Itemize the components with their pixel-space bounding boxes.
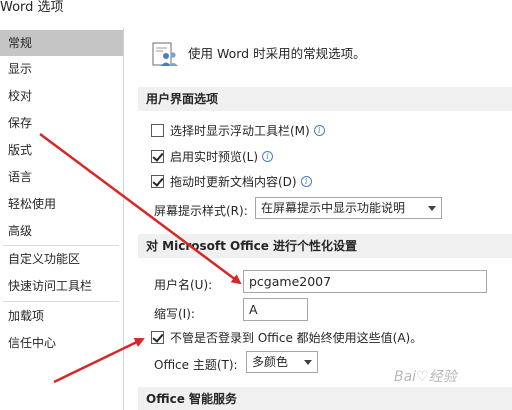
sidebar-item-quick-access-toolbar[interactable]: 快速访问工具栏 bbox=[0, 273, 123, 299]
chevron-down-icon bbox=[428, 206, 436, 211]
general-options-icon bbox=[152, 42, 178, 66]
sidebar-item-display[interactable]: 显示 bbox=[0, 56, 123, 82]
sidebar: 常规 显示 校对 保存 版式 语言 轻松使用 高级 自定义功能区 快速访问工具栏… bbox=[0, 28, 124, 410]
sidebar-item-proofing[interactable]: 校对 bbox=[0, 83, 123, 109]
sidebar-item-customize-ribbon[interactable]: 自定义功能区 bbox=[0, 246, 123, 272]
info-icon[interactable]: i bbox=[313, 124, 325, 136]
always-use-values-checkbox[interactable] bbox=[151, 330, 164, 344]
sidebar-item-accessibility[interactable]: 轻松使用 bbox=[0, 191, 123, 217]
initials-input[interactable]: A bbox=[243, 298, 308, 321]
sidebar-item-add-ins[interactable]: 加载项 bbox=[0, 303, 123, 329]
info-icon[interactable]: i bbox=[300, 175, 312, 187]
always-use-values-option[interactable]: 不管是否登录到 Office 都始终使用这些值(A)。 bbox=[151, 328, 422, 346]
initials-label: 缩写(I): bbox=[154, 307, 195, 321]
watermark-logo: Bai♡经验 bbox=[394, 369, 457, 385]
mini-toolbar-label: 选择时显示浮动工具栏(M) bbox=[170, 123, 310, 138]
main-panel: 使用 Word 时采用的常规选项。 用户界面选项 选择时显示浮动工具栏(M) i… bbox=[125, 28, 512, 410]
username-input[interactable]: pcgame2007 bbox=[243, 270, 487, 293]
section-header-ui-options: 用户界面选项 bbox=[138, 87, 512, 111]
live-preview-label: 启用实时预览(L) bbox=[170, 149, 259, 164]
page-title: 使用 Word 时采用的常规选项。 bbox=[188, 46, 366, 61]
screentip-style-value: 在屏幕提示中显示功能说明 bbox=[261, 201, 406, 215]
update-drag-option[interactable]: 拖动时更新文档内容(D) i bbox=[151, 172, 312, 190]
window-title: Word 选项 bbox=[0, 0, 64, 15]
sidebar-item-layout[interactable]: 版式 bbox=[0, 137, 123, 163]
live-preview-option[interactable]: 启用实时预览(L) i bbox=[151, 147, 274, 165]
screentip-style-select[interactable]: 在屏幕提示中显示功能说明 bbox=[255, 197, 442, 219]
sidebar-item-advanced[interactable]: 高级 bbox=[0, 218, 123, 244]
mini-toolbar-option[interactable]: 选择时显示浮动工具栏(M) i bbox=[151, 121, 325, 139]
live-preview-checkbox[interactable] bbox=[151, 149, 164, 163]
screentip-style-label: 屏幕提示样式(R): bbox=[154, 204, 248, 218]
sidebar-item-general[interactable]: 常规 bbox=[0, 30, 123, 56]
office-theme-label: Office 主题(T): bbox=[154, 358, 238, 372]
chevron-down-icon bbox=[304, 360, 312, 365]
office-theme-select[interactable]: 多颜色 bbox=[246, 351, 318, 373]
office-theme-value: 多颜色 bbox=[252, 355, 289, 369]
sidebar-item-language[interactable]: 语言 bbox=[0, 164, 123, 190]
section-header-intelligent-services: Office 智能服务 bbox=[138, 387, 512, 410]
sidebar-item-trust-center[interactable]: 信任中心 bbox=[0, 330, 123, 356]
title-bar: Word 选项 bbox=[0, 0, 512, 26]
always-use-values-label: 不管是否登录到 Office 都始终使用这些值(A)。 bbox=[170, 330, 423, 345]
username-label: 用户名(U): bbox=[154, 278, 213, 292]
info-icon[interactable]: i bbox=[262, 150, 274, 162]
update-drag-checkbox[interactable] bbox=[151, 174, 164, 188]
sidebar-divider bbox=[3, 301, 119, 302]
section-header-personalize: 对 Microsoft Office 进行个性化设置 bbox=[138, 234, 512, 258]
update-drag-label: 拖动时更新文档内容(D) bbox=[170, 174, 297, 189]
sidebar-item-save[interactable]: 保存 bbox=[0, 110, 123, 136]
mini-toolbar-checkbox[interactable] bbox=[151, 123, 164, 137]
